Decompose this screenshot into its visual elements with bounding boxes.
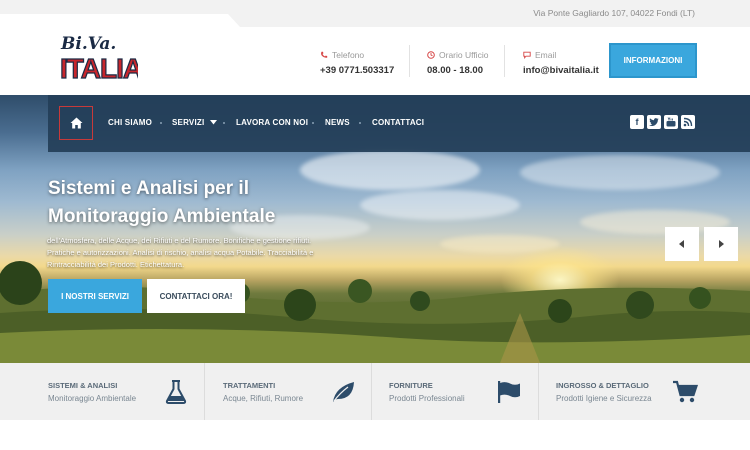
address-text: Via Ponte Gagliardo 107, 04022 Fondi (LT… — [533, 8, 695, 18]
slider-prev-button[interactable] — [665, 227, 699, 261]
contact-email: Email info@bivaitalia.it — [523, 50, 599, 76]
contact-hours: Orario Ufficio 08.00 - 18.00 — [427, 50, 489, 76]
contact-phone: Telefono +39 0771.503317 — [320, 50, 395, 76]
chevron-left-icon — [679, 240, 684, 248]
flag-icon — [498, 381, 520, 403]
phone-icon — [321, 51, 328, 58]
home-icon — [70, 117, 82, 129]
logo-line1: Bi.Va. — [60, 34, 116, 54]
services-button[interactable]: I NOSTRI SERVIZI — [48, 279, 142, 313]
chevron-down-icon — [209, 120, 217, 125]
cart-icon — [673, 380, 698, 403]
home-button[interactable] — [59, 106, 93, 140]
logo-line2: ITALIA — [60, 53, 138, 84]
nav-servizi[interactable]: SERVIZI — [172, 118, 217, 127]
clock-icon — [427, 51, 435, 59]
rss-icon[interactable] — [681, 115, 695, 129]
info-button[interactable]: INFORMAZIONI — [609, 43, 697, 78]
leaf-icon — [333, 382, 354, 402]
nav-contattaci[interactable]: CONTATTACI — [372, 118, 424, 127]
features-strip: SISTEMI & ANALISI Monitoraggio Ambiental… — [0, 363, 750, 420]
contact-now-button[interactable]: CONTATTACI ORA! — [147, 279, 245, 313]
slider-next-button[interactable] — [704, 227, 738, 261]
top-bar: Via Ponte Gagliardo 107, 04022 Fondi (LT… — [0, 0, 750, 27]
feature-item[interactable]: INGROSSO & DETTAGLIO Prodotti Igiene e S… — [556, 363, 686, 420]
email-value[interactable]: info@bivaitalia.it — [523, 65, 599, 76]
page: Via Ponte Gagliardo 107, 04022 Fondi (LT… — [0, 0, 750, 450]
hero-title: Sistemi e Analisi per il Monitoraggio Am… — [48, 178, 276, 227]
site-logo[interactable]: Bi.Va. ITALIA — [58, 28, 144, 86]
flask-icon — [165, 380, 187, 404]
phone-value: +39 0771.503317 — [320, 65, 395, 76]
nav-chi-siamo[interactable]: CHI SIAMO — [108, 118, 152, 127]
facebook-icon[interactable]: f — [630, 115, 644, 129]
twitter-icon[interactable] — [647, 115, 661, 129]
nav-news[interactable]: NEWS — [325, 118, 350, 127]
nav-lavora-con-noi[interactable]: LAVORA CON NOI — [236, 118, 308, 127]
main-nav: CHI SIAMO SERVIZI LAVORA CON NOI NEWS CO… — [48, 95, 750, 152]
hours-value: 08.00 - 18.00 — [427, 65, 483, 76]
chat-icon — [523, 51, 531, 59]
youtube-icon[interactable] — [664, 115, 678, 129]
chevron-right-icon — [719, 240, 724, 248]
hero-description: dell'Atmosfera, delle Acque, dei Rifiuti… — [47, 236, 314, 269]
